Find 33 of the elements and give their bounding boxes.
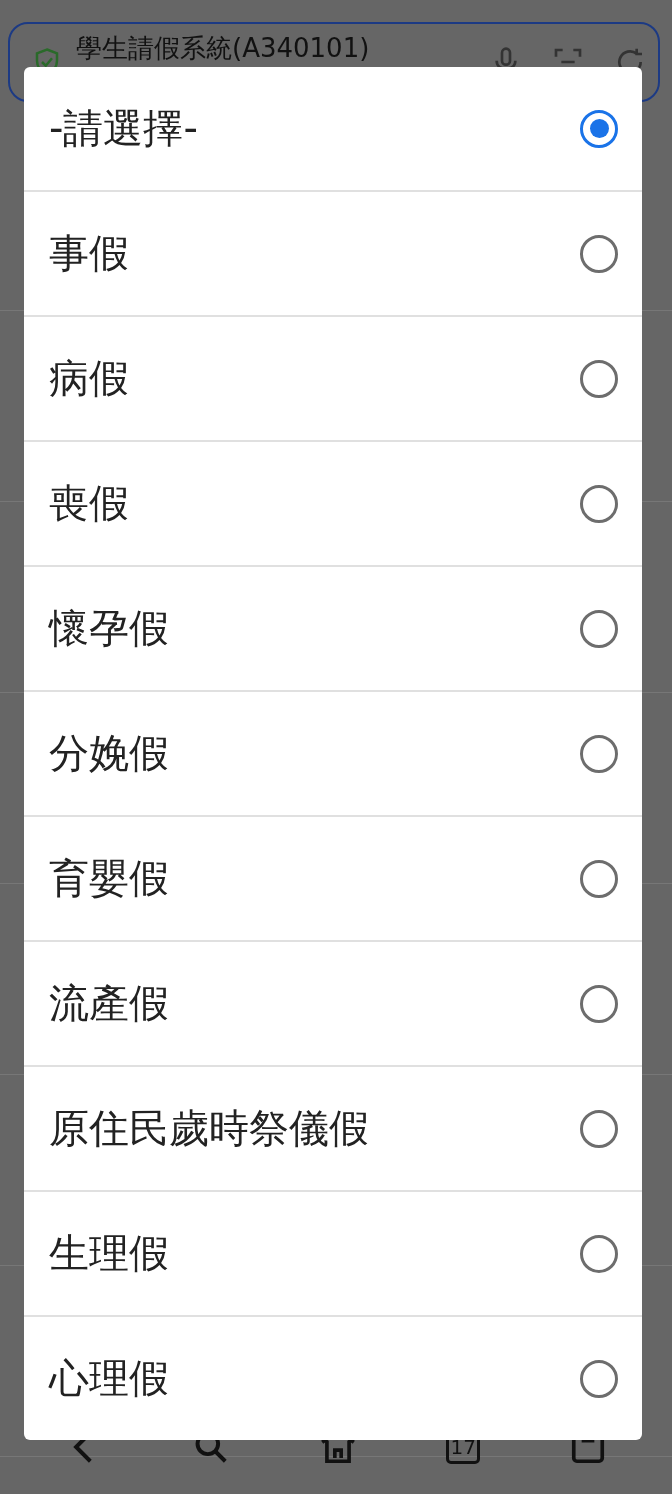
radio-button[interactable] — [580, 359, 618, 398]
option-label: 生理假 — [49, 1229, 169, 1278]
radio-button[interactable] — [580, 1109, 618, 1148]
option-label: 事假 — [49, 229, 129, 278]
option-label: 心理假 — [49, 1354, 169, 1403]
option-item[interactable]: 分娩假 — [24, 690, 642, 815]
radio-button[interactable] — [580, 984, 618, 1023]
option-item[interactable]: 心理假 — [24, 1315, 642, 1440]
option-item[interactable]: 事假 — [24, 190, 642, 315]
option-label: -請選擇- — [49, 104, 198, 153]
option-label: 喪假 — [49, 479, 129, 528]
option-item[interactable]: 懷孕假 — [24, 565, 642, 690]
option-label: 流產假 — [49, 979, 169, 1028]
option-label: 分娩假 — [49, 729, 169, 778]
option-label: 原住民歲時祭儀假 — [49, 1104, 369, 1153]
option-item[interactable]: 喪假 — [24, 440, 642, 565]
radio-button[interactable] — [580, 234, 618, 273]
radio-button[interactable] — [580, 859, 618, 898]
option-label: 病假 — [49, 354, 129, 403]
option-label: 懷孕假 — [49, 604, 169, 653]
radio-button[interactable] — [580, 609, 618, 648]
radio-button[interactable] — [580, 109, 618, 148]
option-item[interactable]: 流產假 — [24, 940, 642, 1065]
option-item[interactable]: 原住民歲時祭儀假 — [24, 1065, 642, 1190]
page-title: 學生請假系統(A340101) — [76, 34, 370, 62]
radio-button[interactable] — [580, 1234, 618, 1273]
radio-button[interactable] — [580, 484, 618, 523]
radio-button[interactable] — [580, 1359, 618, 1398]
option-item[interactable]: 生理假 — [24, 1190, 642, 1315]
option-item[interactable]: 育嬰假 — [24, 815, 642, 940]
option-item[interactable]: 病假 — [24, 315, 642, 440]
radio-button[interactable] — [580, 734, 618, 773]
option-label: 育嬰假 — [49, 854, 169, 903]
